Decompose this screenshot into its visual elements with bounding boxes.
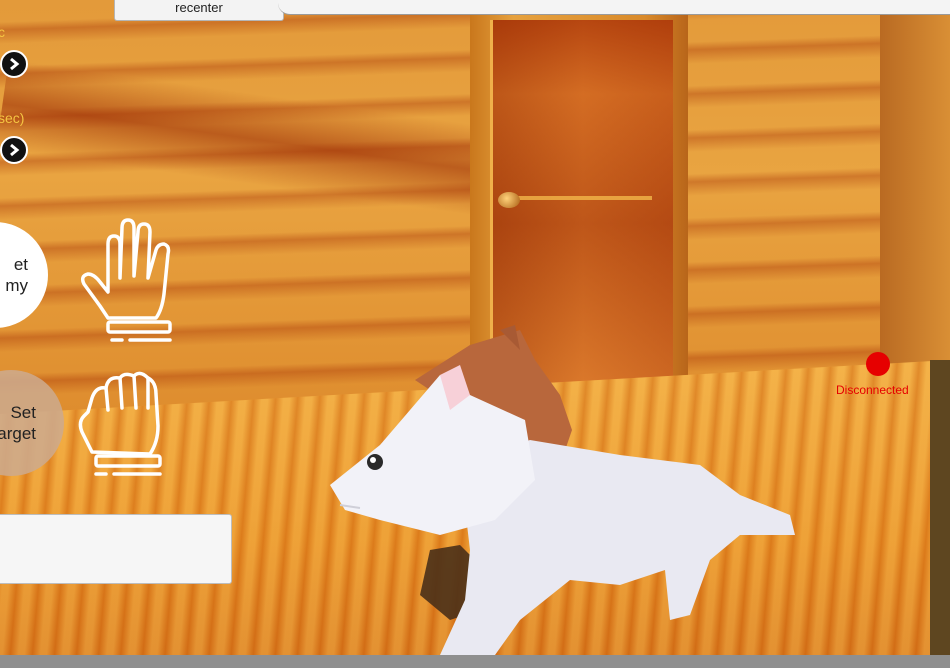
slider2-next-button[interactable] xyxy=(0,136,28,164)
chevron-right-icon xyxy=(10,57,20,71)
top-input-bar[interactable] xyxy=(278,0,950,15)
game-viewport[interactable]: recenter c sec) et my Set arget Disconne… xyxy=(0,0,950,655)
message-textbox[interactable] xyxy=(0,514,232,584)
recenter-button[interactable]: recenter xyxy=(114,0,284,21)
cat-character xyxy=(330,325,795,655)
door-knob xyxy=(498,192,520,208)
bottom-bar xyxy=(0,655,950,668)
slider2-label: sec) xyxy=(0,110,25,126)
set-target-label-line2: arget xyxy=(0,424,36,443)
side-wall xyxy=(880,0,950,370)
chevron-right-icon xyxy=(10,143,20,157)
set-target-label-line1: Set xyxy=(10,403,36,422)
connection-status-text: Disconnected xyxy=(836,383,909,397)
set-enemy-label-line2: my xyxy=(5,276,28,295)
set-enemy-label-line1: et xyxy=(13,255,28,274)
fist-hand-icon[interactable] xyxy=(78,370,168,482)
connection-status-indicator xyxy=(866,352,890,376)
slider1-next-button[interactable] xyxy=(0,50,28,78)
open-hand-icon[interactable] xyxy=(78,214,178,346)
door-panel-line xyxy=(512,196,652,200)
pillar xyxy=(930,360,950,655)
slider1-label: c xyxy=(0,24,5,40)
